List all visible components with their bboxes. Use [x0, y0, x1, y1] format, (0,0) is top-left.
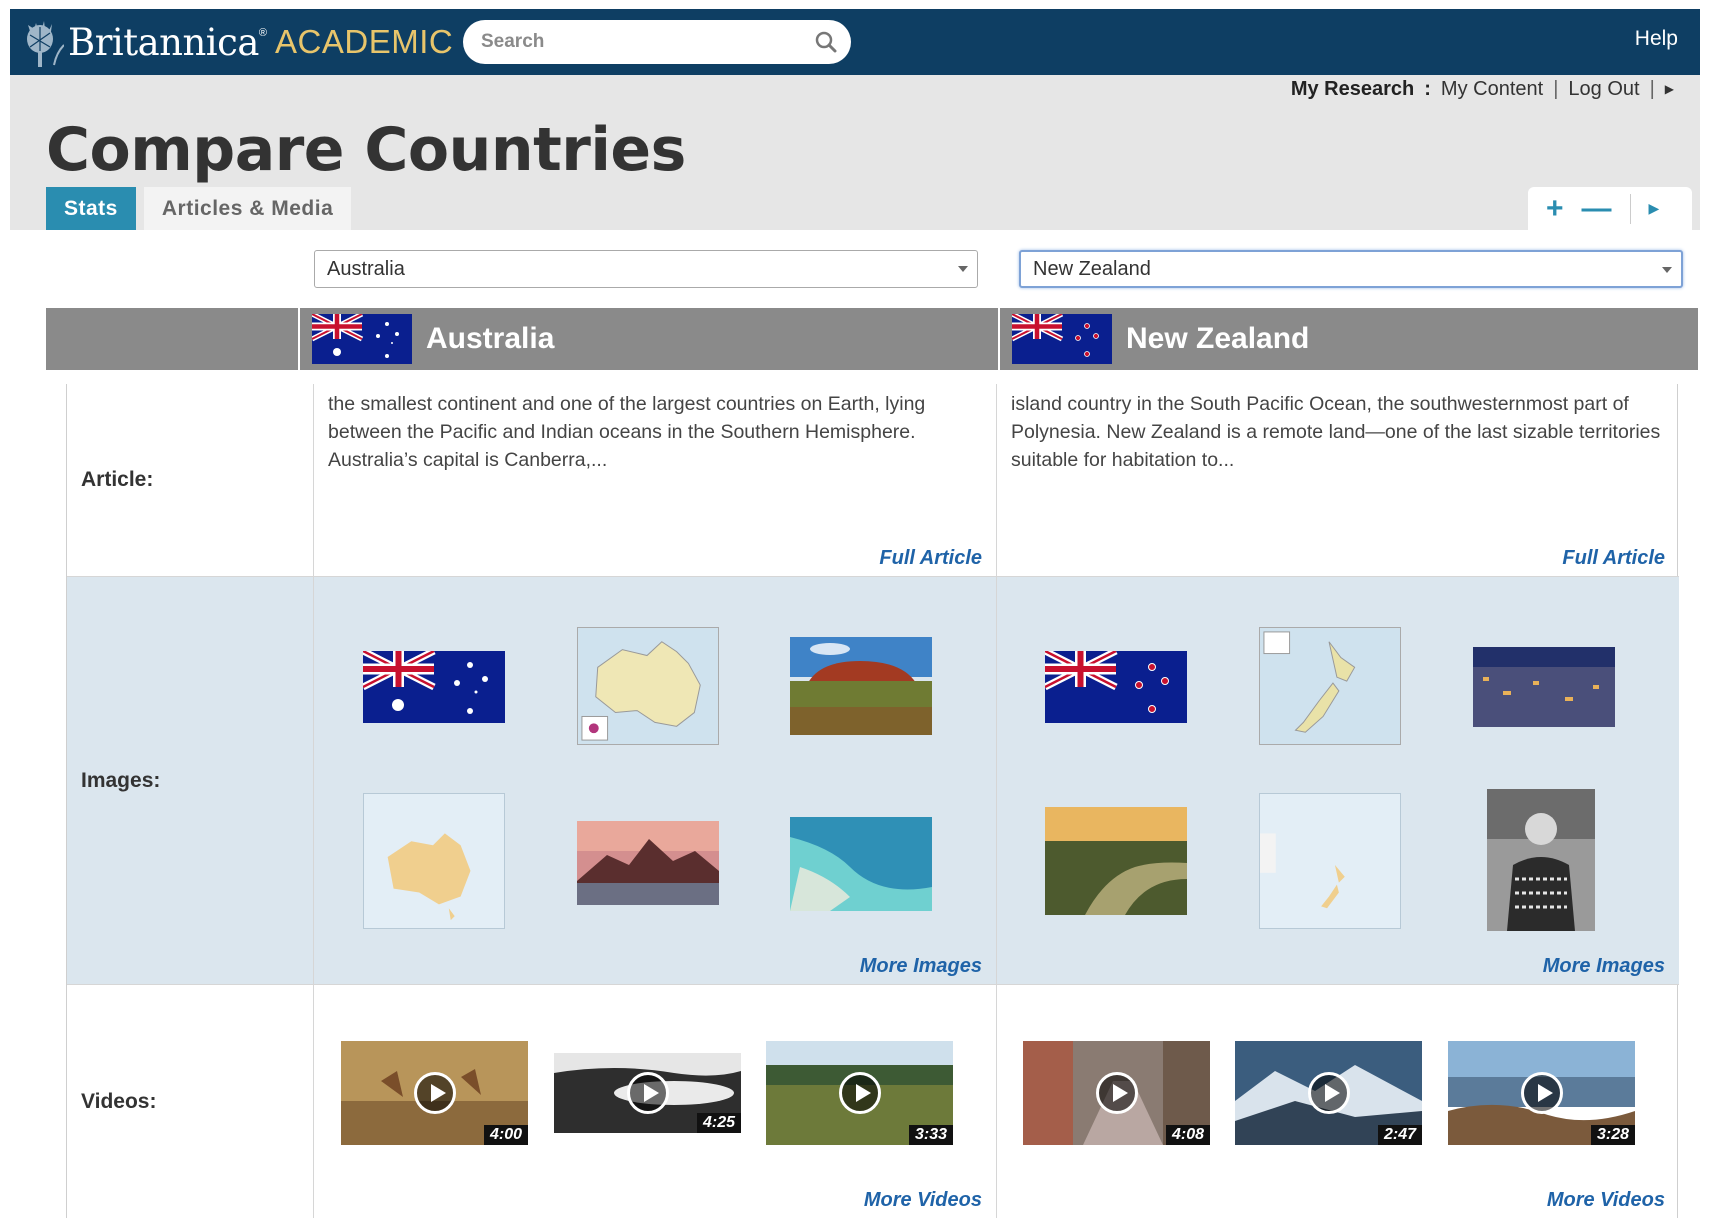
thistle-logo-icon — [27, 21, 64, 67]
next-arrow-icon[interactable]: ▶ — [1649, 200, 1660, 217]
country-header-new-zealand: New Zealand — [998, 308, 1698, 370]
article-cell-new-zealand: island country in the South Pacific Ocea… — [997, 384, 1679, 576]
row-label-article: Article: — [67, 384, 314, 576]
row-label-images: Images: — [67, 577, 314, 984]
video-thumb[interactable]: 4:25 — [554, 1053, 741, 1133]
video-thumb[interactable]: 3:33 — [766, 1041, 953, 1145]
image-thumb-uluru[interactable] — [790, 637, 932, 735]
more-images-link[interactable]: More Images — [860, 955, 982, 978]
add-country-icon[interactable]: + — [1546, 193, 1564, 224]
country-select-right-value: New Zealand — [1033, 257, 1151, 280]
video-thumb[interactable]: 4:08 — [1023, 1041, 1210, 1145]
tab-bar: Stats Articles & Media — [46, 187, 352, 230]
brand-name: Britannica — [68, 20, 259, 64]
video-duration: 2:47 — [1377, 1125, 1422, 1145]
image-thumb-australia-location-map[interactable] — [363, 793, 505, 929]
video-thumb[interactable]: 4:00 — [341, 1041, 528, 1145]
images-cell-new-zealand: More Images — [997, 577, 1679, 984]
country-select-right[interactable]: New Zealand — [1019, 250, 1683, 288]
video-duration: 3:28 — [1590, 1125, 1635, 1145]
compare-tools: + — ▶ — [1528, 187, 1692, 230]
top-bar: Britannica ® ACADEMIC Help — [10, 9, 1700, 75]
image-thumb-new-zealand-flag[interactable] — [1045, 651, 1187, 723]
play-icon[interactable] — [626, 1072, 669, 1114]
video-thumb[interactable]: 3:28 — [1448, 1041, 1635, 1145]
full-article-link[interactable]: Full Article — [879, 547, 982, 570]
article-cell-australia: the smallest continent and one of the la… — [314, 384, 997, 576]
page-header: My Research : My Content | Log Out | ▶ C… — [10, 75, 1700, 230]
row-label-videos: Videos: — [67, 985, 314, 1218]
image-thumb-portrait[interactable] — [1487, 789, 1595, 931]
tab-articles-media[interactable]: Articles & Media — [143, 187, 352, 230]
video-duration: 4:25 — [696, 1113, 741, 1133]
article-row: Article: the smallest continent and one … — [67, 384, 1679, 577]
play-icon[interactable] — [838, 1072, 881, 1114]
image-thumb-australia-flag[interactable] — [363, 651, 505, 723]
my-content-link[interactable]: My Content — [1441, 78, 1543, 101]
images-row: Images: More Images More Images — [67, 577, 1679, 985]
image-thumb-coral-reef[interactable] — [790, 817, 932, 911]
search-icon[interactable] — [815, 31, 837, 53]
country-name-australia: Australia — [426, 322, 555, 355]
dropdown-arrow-icon[interactable] — [958, 266, 968, 272]
image-thumb-new-zealand-location-map[interactable] — [1259, 793, 1401, 929]
tab-stats[interactable]: Stats — [46, 187, 136, 230]
country-select-left[interactable]: Australia — [314, 250, 978, 288]
dropdown-arrow-icon[interactable] — [1662, 267, 1672, 273]
videos-cell-new-zealand: 4:08 2:47 3:28 More Videos — [997, 985, 1679, 1218]
image-thumb-city-night[interactable] — [1473, 647, 1615, 727]
videos-cell-australia: 4:00 4:25 3:33 More Videos — [314, 985, 997, 1218]
more-videos-link[interactable]: More Videos — [1547, 1189, 1665, 1212]
account-links: My Research : My Content | Log Out | ▶ — [1290, 77, 1674, 101]
search-input[interactable] — [481, 31, 815, 53]
videos-row: Videos: 4:00 4:25 3:33 More Videos 4:08 … — [67, 985, 1679, 1218]
image-thumb-river-landscape[interactable] — [1045, 807, 1187, 915]
my-research-link[interactable]: My Research — [1291, 78, 1414, 101]
search-box[interactable] — [463, 20, 851, 64]
play-icon[interactable] — [1307, 1072, 1350, 1114]
play-icon[interactable] — [1520, 1072, 1563, 1114]
help-link[interactable]: Help — [1635, 27, 1678, 51]
play-icon[interactable] — [413, 1072, 456, 1114]
full-article-link[interactable]: Full Article — [1562, 547, 1665, 570]
caret-right-icon[interactable]: ▶ — [1665, 82, 1674, 96]
image-thumb-new-zealand-map[interactable] — [1259, 627, 1401, 745]
country-select-left-value: Australia — [327, 257, 405, 280]
article-summary: the smallest continent and one of the la… — [328, 393, 926, 471]
article-summary: island country in the South Pacific Ocea… — [1011, 393, 1661, 471]
country-header-band: Australia New Zealand — [46, 308, 1698, 370]
video-duration: 4:00 — [483, 1125, 528, 1145]
play-icon[interactable] — [1095, 1072, 1138, 1114]
image-thumb-mountain-lake[interactable] — [577, 821, 719, 905]
video-duration: 4:08 — [1165, 1125, 1210, 1145]
video-thumb[interactable]: 2:47 — [1235, 1041, 1422, 1145]
log-out-link[interactable]: Log Out — [1568, 78, 1639, 101]
more-images-link[interactable]: More Images — [1543, 955, 1665, 978]
britannica-logo[interactable]: Britannica ® ACADEMIC — [10, 9, 453, 75]
remove-country-icon[interactable]: — — [1582, 193, 1612, 224]
australia-flag-icon — [312, 314, 412, 364]
country-header-australia: Australia — [298, 308, 998, 370]
brand-subtitle: ACADEMIC — [275, 23, 454, 60]
country-name-new-zealand: New Zealand — [1126, 322, 1310, 355]
new-zealand-flag-icon — [1012, 314, 1112, 364]
video-duration: 3:33 — [908, 1125, 953, 1145]
comparison-table: Article: the smallest continent and one … — [66, 384, 1679, 1218]
images-cell-australia: More Images — [314, 577, 997, 984]
image-thumb-australia-map[interactable] — [577, 627, 719, 745]
page-title: Compare Countries — [46, 115, 686, 185]
more-videos-link[interactable]: More Videos — [864, 1189, 982, 1212]
